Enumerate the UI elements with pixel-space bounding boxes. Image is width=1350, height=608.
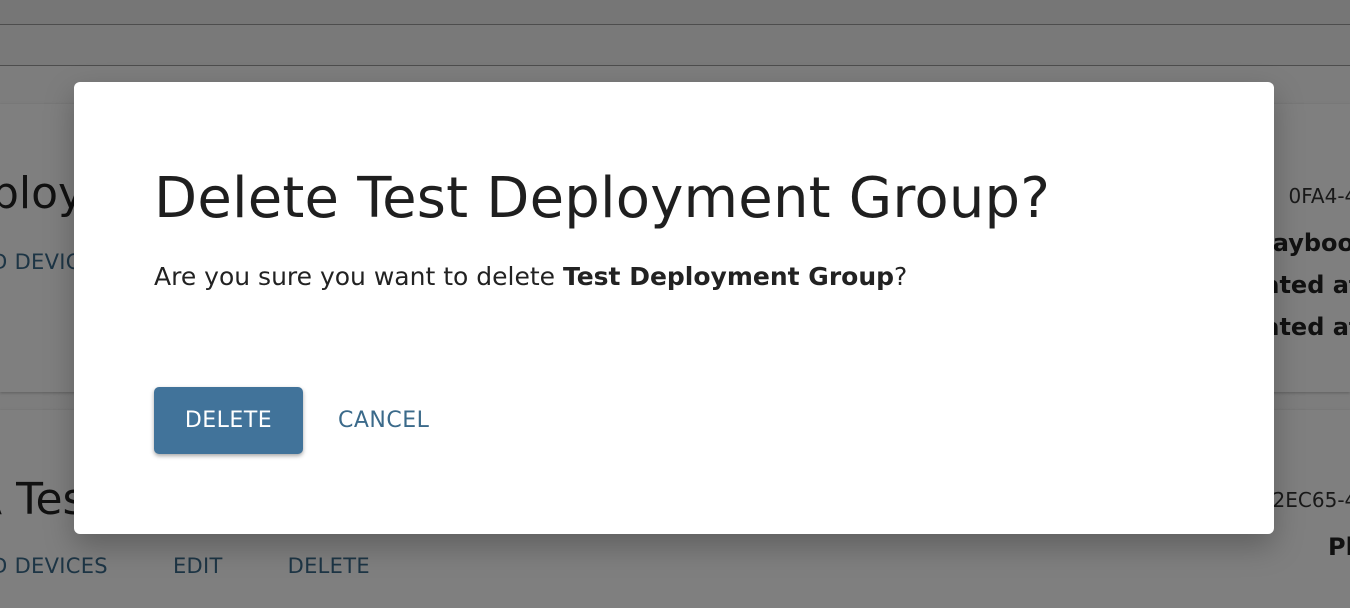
delete-button[interactable]: DELETE <box>154 387 303 454</box>
dialog-title: Delete Test Deployment Group? <box>154 166 1051 231</box>
cancel-button[interactable]: CANCEL <box>324 387 443 454</box>
message-prefix: Are you sure you want to delete <box>154 262 563 291</box>
group-name: Test Deployment Group <box>562 262 895 291</box>
delete-confirmation-dialog: Delete Test Deployment Group? Are you su… <box>74 82 1274 534</box>
dialog-message: Are you sure you want to delete Test Dep… <box>154 262 907 291</box>
message-suffix: ? <box>894 262 908 291</box>
